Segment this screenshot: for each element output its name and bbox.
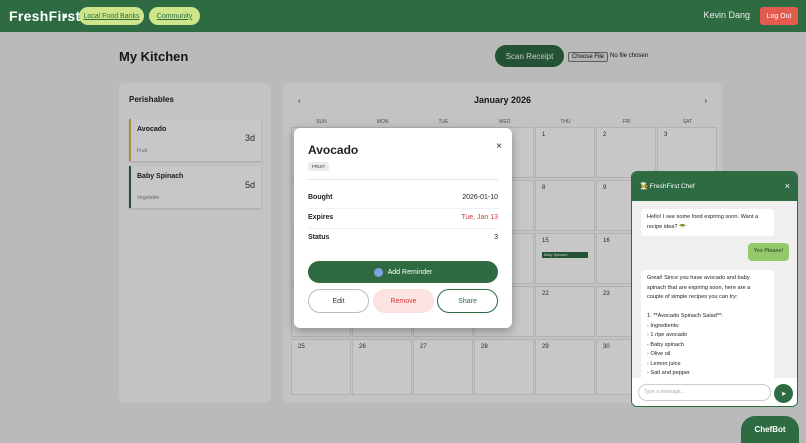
expires-value: Tue, Jan 13: [461, 214, 498, 221]
user-message: Yes Please!: [747, 243, 789, 261]
chefbot-button[interactable]: ChefBot: [741, 416, 799, 443]
divider: [308, 179, 498, 180]
bought-value: 2026-01-10: [462, 194, 498, 201]
chat-header: 🧑‍🍳 FreshFirst Chef ×: [632, 172, 797, 201]
edit-button[interactable]: Edit: [308, 289, 369, 313]
bot-message: Hello! I see some food expiring soon. Wa…: [641, 209, 774, 236]
modal-title: Avocado: [308, 143, 359, 157]
remove-button[interactable]: Remove: [373, 289, 434, 313]
top-nav: FreshFirst Local Food Banks Community Ke…: [0, 0, 806, 32]
share-button[interactable]: Share: [437, 289, 498, 313]
divider: [308, 208, 498, 209]
expires-label: Expires: [308, 214, 334, 221]
chat-footer: Type a message... ➤: [632, 378, 797, 406]
send-icon[interactable]: ➤: [774, 384, 793, 403]
category-badge: FRUIT: [308, 162, 330, 171]
status-value: 3: [494, 234, 498, 241]
chat-messages[interactable]: Hello! I see some food expiring soon. Wa…: [632, 201, 797, 378]
logout-button[interactable]: Log Out: [760, 7, 798, 25]
divider: [308, 228, 498, 229]
user-name: Kevin Dang: [703, 10, 750, 20]
bot-message: Great! Since you have avocado and baby s…: [641, 270, 774, 378]
close-icon[interactable]: ×: [785, 181, 790, 191]
add-reminder-label: Add Reminder: [387, 268, 433, 276]
chat-input[interactable]: Type a message...: [638, 384, 771, 401]
close-icon[interactable]: ×: [496, 141, 502, 152]
chat-window: 🧑‍🍳 FreshFirst Chef × Hello! I see some …: [631, 171, 798, 407]
nav-link-community[interactable]: Community: [149, 7, 200, 25]
item-detail-modal: Avocado × FRUIT Bought 2026-01-10 Expire…: [294, 128, 512, 328]
add-reminder-button[interactable]: Add Reminder: [308, 261, 498, 283]
bought-label: Bought: [308, 194, 333, 201]
status-label: Status: [308, 234, 330, 241]
nav-link-food-banks[interactable]: Local Food Banks: [79, 7, 144, 25]
brand-logo[interactable]: FreshFirst: [9, 8, 80, 24]
bell-icon: [373, 267, 383, 277]
brand-dot: [64, 15, 67, 18]
chat-title: 🧑‍🍳 FreshFirst Chef: [640, 183, 695, 190]
